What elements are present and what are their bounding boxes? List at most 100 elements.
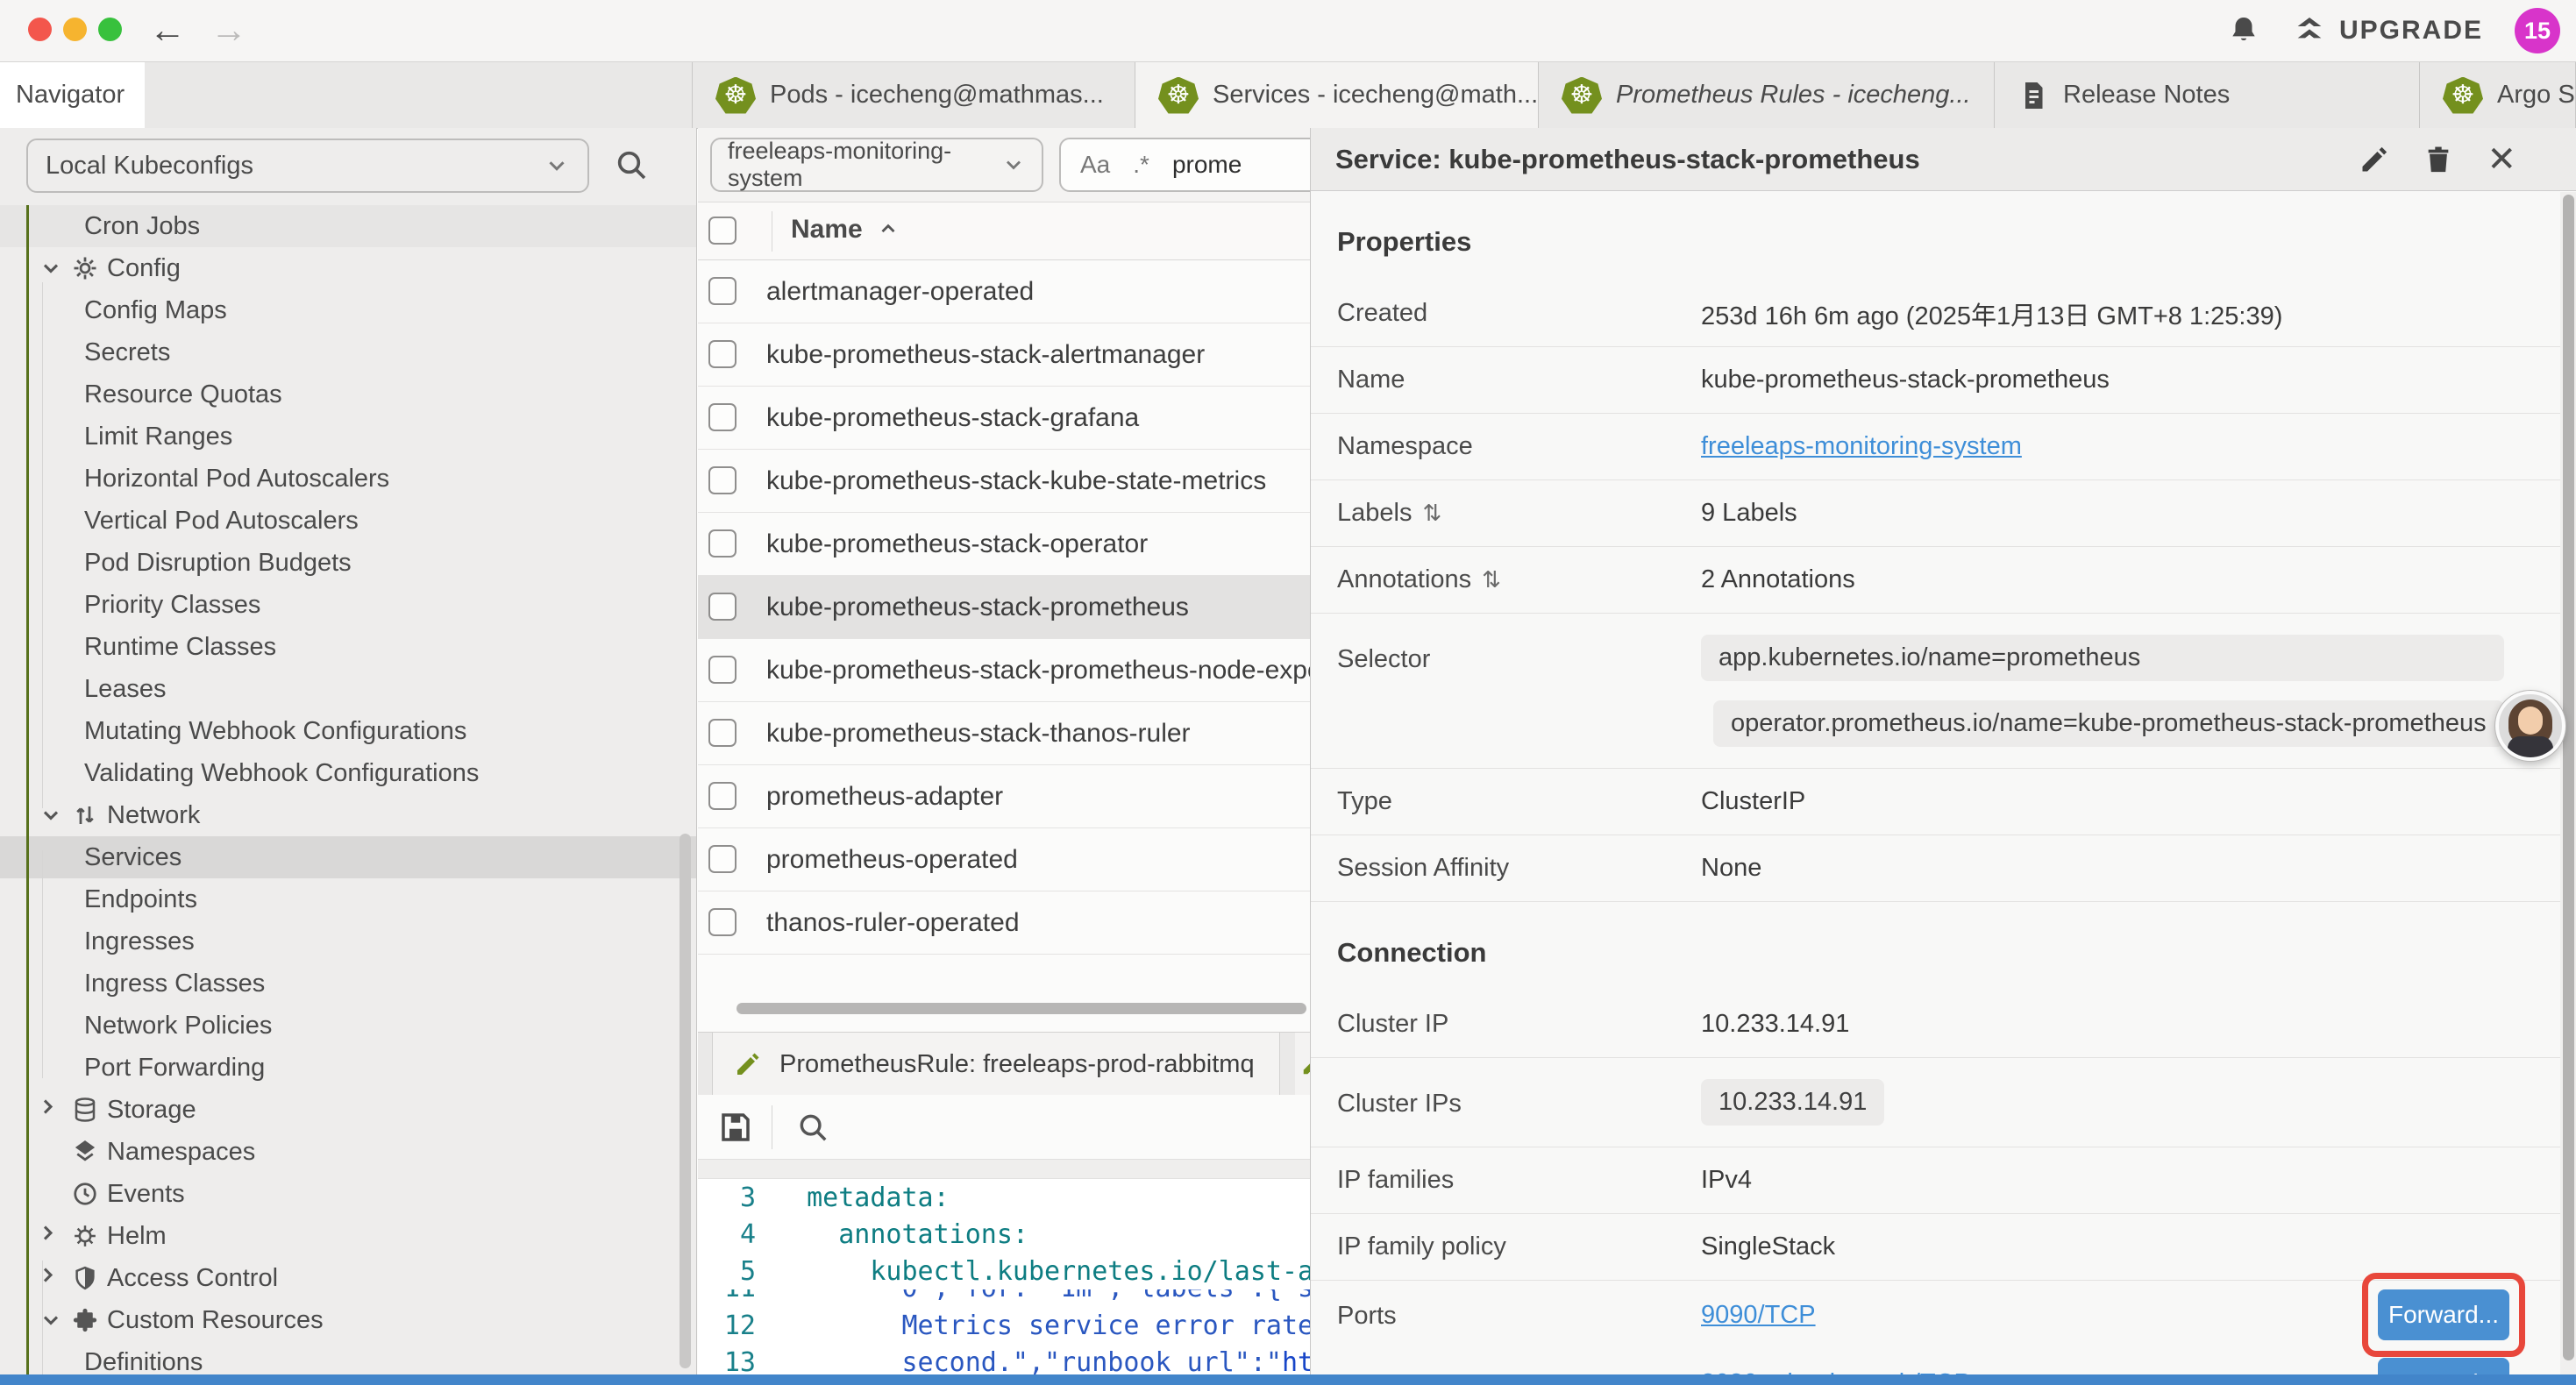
sidebar-item-limit-ranges[interactable]: Limit Ranges <box>0 416 696 458</box>
sidebar-item-ingresses[interactable]: Ingresses <box>0 920 696 962</box>
property-row-ip-family-policy: IP family policySingleStack <box>1311 1214 2576 1281</box>
list-search-input[interactable]: Aa .* prome <box>1059 138 1310 192</box>
property-row-session-affinity: Session AffinityNone <box>1311 835 2576 902</box>
row-checkbox[interactable] <box>708 466 737 494</box>
sidebar-item-events[interactable]: Events <box>0 1173 696 1215</box>
name-column-header[interactable]: Name <box>791 215 900 245</box>
row-checkbox[interactable] <box>708 908 737 936</box>
port-line: 9090/TCP Forward... <box>1701 1281 2576 1349</box>
trash-icon[interactable] <box>2423 145 2453 174</box>
save-icon[interactable] <box>717 1109 754 1146</box>
row-checkbox[interactable] <box>708 529 737 558</box>
table-row[interactable]: thanos-ruler-operated <box>698 891 1310 955</box>
row-checkbox[interactable] <box>708 277 737 305</box>
sidebar-item-runtime-classes[interactable]: Runtime Classes <box>0 626 696 668</box>
select-all-checkbox[interactable] <box>708 217 737 245</box>
table-row[interactable]: prometheus-adapter <box>698 765 1310 828</box>
horizontal-scrollbar[interactable] <box>737 1003 1306 1014</box>
sidebar-item-network-policies[interactable]: Network Policies <box>0 1005 696 1047</box>
code-token: 0", for: "1m", labels :{ service" . <box>901 1289 1310 1303</box>
table-row[interactable]: alertmanager-operated <box>698 260 1310 323</box>
sort-ascending-icon[interactable] <box>877 218 900 241</box>
prometheusrule-editor-tab[interactable]: PrometheusRule: freeleaps-prod-rabbitmq <box>712 1033 1280 1096</box>
back-button[interactable]: ← <box>149 7 186 53</box>
property-label: Cluster IP <box>1337 1010 1701 1039</box>
shield-icon <box>72 1265 98 1291</box>
editor-tab-partial[interactable] <box>1295 1033 1310 1096</box>
tab-argo-se[interactable]: ☸Argo Se <box>2420 62 2576 128</box>
regex-toggle[interactable]: .* <box>1133 151 1149 179</box>
tab-release-notes[interactable]: Release Notes <box>1995 62 2420 128</box>
sidebar-item-network[interactable]: Network <box>0 794 696 836</box>
namespace-select[interactable]: freeleaps-monitoring-system <box>710 138 1043 192</box>
close-window-button[interactable] <box>28 18 52 41</box>
yaml-editor[interactable]: 3metadata:4annotations:5kubectl.kubernet… <box>698 1179 1310 1374</box>
chevron-right-icon <box>39 1224 63 1248</box>
sidebar-item-horizontal-pod-autoscalers[interactable]: Horizontal Pod Autoscalers <box>0 458 696 500</box>
close-icon[interactable]: ✕ <box>2487 142 2516 177</box>
sidebar-item-cron-jobs[interactable]: Cron Jobs <box>0 205 696 247</box>
sidebar-item-label: Limit Ranges <box>84 423 232 451</box>
table-row[interactable]: kube-prometheus-stack-alertmanager <box>698 323 1310 387</box>
sidebar-item-secrets[interactable]: Secrets <box>0 331 696 373</box>
table-row[interactable]: kube-prometheus-stack-prometheus <box>698 576 1310 639</box>
navigator-panel-tab[interactable]: Navigator <box>0 62 145 128</box>
editor-search-icon[interactable] <box>796 1111 829 1144</box>
namespace-link[interactable]: freeleaps-monitoring-system <box>1701 432 2022 461</box>
tabstrip-filler <box>145 62 693 128</box>
sidebar-item-services[interactable]: Services <box>0 836 696 878</box>
sort-toggle-icon[interactable]: ⇅ <box>1482 566 1501 593</box>
tab-prometheus-rules-icecheng[interactable]: ☸Prometheus Rules - icecheng... <box>1539 62 1995 128</box>
sidebar-item-endpoints[interactable]: Endpoints <box>0 878 696 920</box>
forward-button[interactable]: Forward... <box>2378 1358 2509 1374</box>
forward-button[interactable]: Forward... <box>2378 1289 2509 1340</box>
row-checkbox[interactable] <box>708 845 737 873</box>
sidebar-item-definitions[interactable]: Definitions <box>0 1341 696 1374</box>
table-row[interactable]: prometheus-operated <box>698 828 1310 891</box>
table-row[interactable]: kube-prometheus-stack-thanos-ruler <box>698 702 1310 765</box>
forward-button[interactable]: → <box>210 7 247 53</box>
row-checkbox[interactable] <box>708 403 737 431</box>
table-row[interactable]: kube-prometheus-stack-prometheus-node-ex… <box>698 639 1310 702</box>
row-checkbox[interactable] <box>708 782 737 810</box>
sidebar-item-ingress-classes[interactable]: Ingress Classes <box>0 962 696 1005</box>
sidebar-item-config[interactable]: Config <box>0 247 696 289</box>
row-checkbox[interactable] <box>708 656 737 684</box>
sidebar-search-icon[interactable] <box>614 147 649 182</box>
minimize-window-button[interactable] <box>63 18 87 41</box>
sidebar-item-mutating-webhook-configurations[interactable]: Mutating Webhook Configurations <box>0 710 696 752</box>
sidebar-item-port-forwarding[interactable]: Port Forwarding <box>0 1047 696 1089</box>
sidebar-item-leases[interactable]: Leases <box>0 668 696 710</box>
table-row[interactable]: kube-prometheus-stack-kube-state-metrics <box>698 450 1310 513</box>
row-checkbox[interactable] <box>708 340 737 368</box>
kubeconfig-select[interactable]: Local Kubeconfigs <box>26 138 589 193</box>
port-link[interactable]: 9090/TCP <box>1701 1301 1816 1330</box>
notification-badge[interactable]: 15 <box>2515 8 2560 53</box>
sidebar-item-validating-webhook-configurations[interactable]: Validating Webhook Configurations <box>0 752 696 794</box>
tab-services-icecheng-math[interactable]: ☸Services - icecheng@math...× <box>1135 62 1539 128</box>
sidebar-item-custom-resources[interactable]: Custom Resources <box>0 1299 696 1341</box>
match-case-toggle[interactable]: Aa <box>1080 151 1110 179</box>
tab-pods-icecheng-mathmas[interactable]: ☸Pods - icecheng@mathmas... <box>693 62 1135 128</box>
sidebar-item-namespaces[interactable]: Namespaces <box>0 1131 696 1173</box>
sidebar-item-storage[interactable]: Storage <box>0 1089 696 1131</box>
table-row[interactable]: kube-prometheus-stack-grafana <box>698 387 1310 450</box>
sort-toggle-icon[interactable]: ⇅ <box>1422 500 1441 527</box>
sidebar-item-config-maps[interactable]: Config Maps <box>0 289 696 331</box>
sidebar-scrollbar[interactable] <box>680 834 691 1368</box>
row-checkbox[interactable] <box>708 719 737 747</box>
sidebar-item-access-control[interactable]: Access Control <box>0 1257 696 1299</box>
sidebar-item-helm[interactable]: Helm <box>0 1215 696 1257</box>
sidebar-item-priority-classes[interactable]: Priority Classes <box>0 584 696 626</box>
table-row[interactable]: kube-prometheus-stack-operator <box>698 513 1310 576</box>
details-scrollbar[interactable] <box>2563 195 2574 1360</box>
row-checkbox[interactable] <box>708 593 737 621</box>
sidebar-item-pod-disruption-budgets[interactable]: Pod Disruption Budgets <box>0 542 696 584</box>
sidebar-item-resource-quotas[interactable]: Resource Quotas <box>0 373 696 416</box>
sidebar-item-vertical-pod-autoscalers[interactable]: Vertical Pod Autoscalers <box>0 500 696 542</box>
avatar[interactable] <box>2495 691 2565 761</box>
zoom-window-button[interactable] <box>98 18 122 41</box>
upgrade-button[interactable]: UPGRADE <box>2292 13 2483 48</box>
edit-icon[interactable] <box>2359 144 2390 175</box>
bell-icon[interactable] <box>2227 14 2260 47</box>
